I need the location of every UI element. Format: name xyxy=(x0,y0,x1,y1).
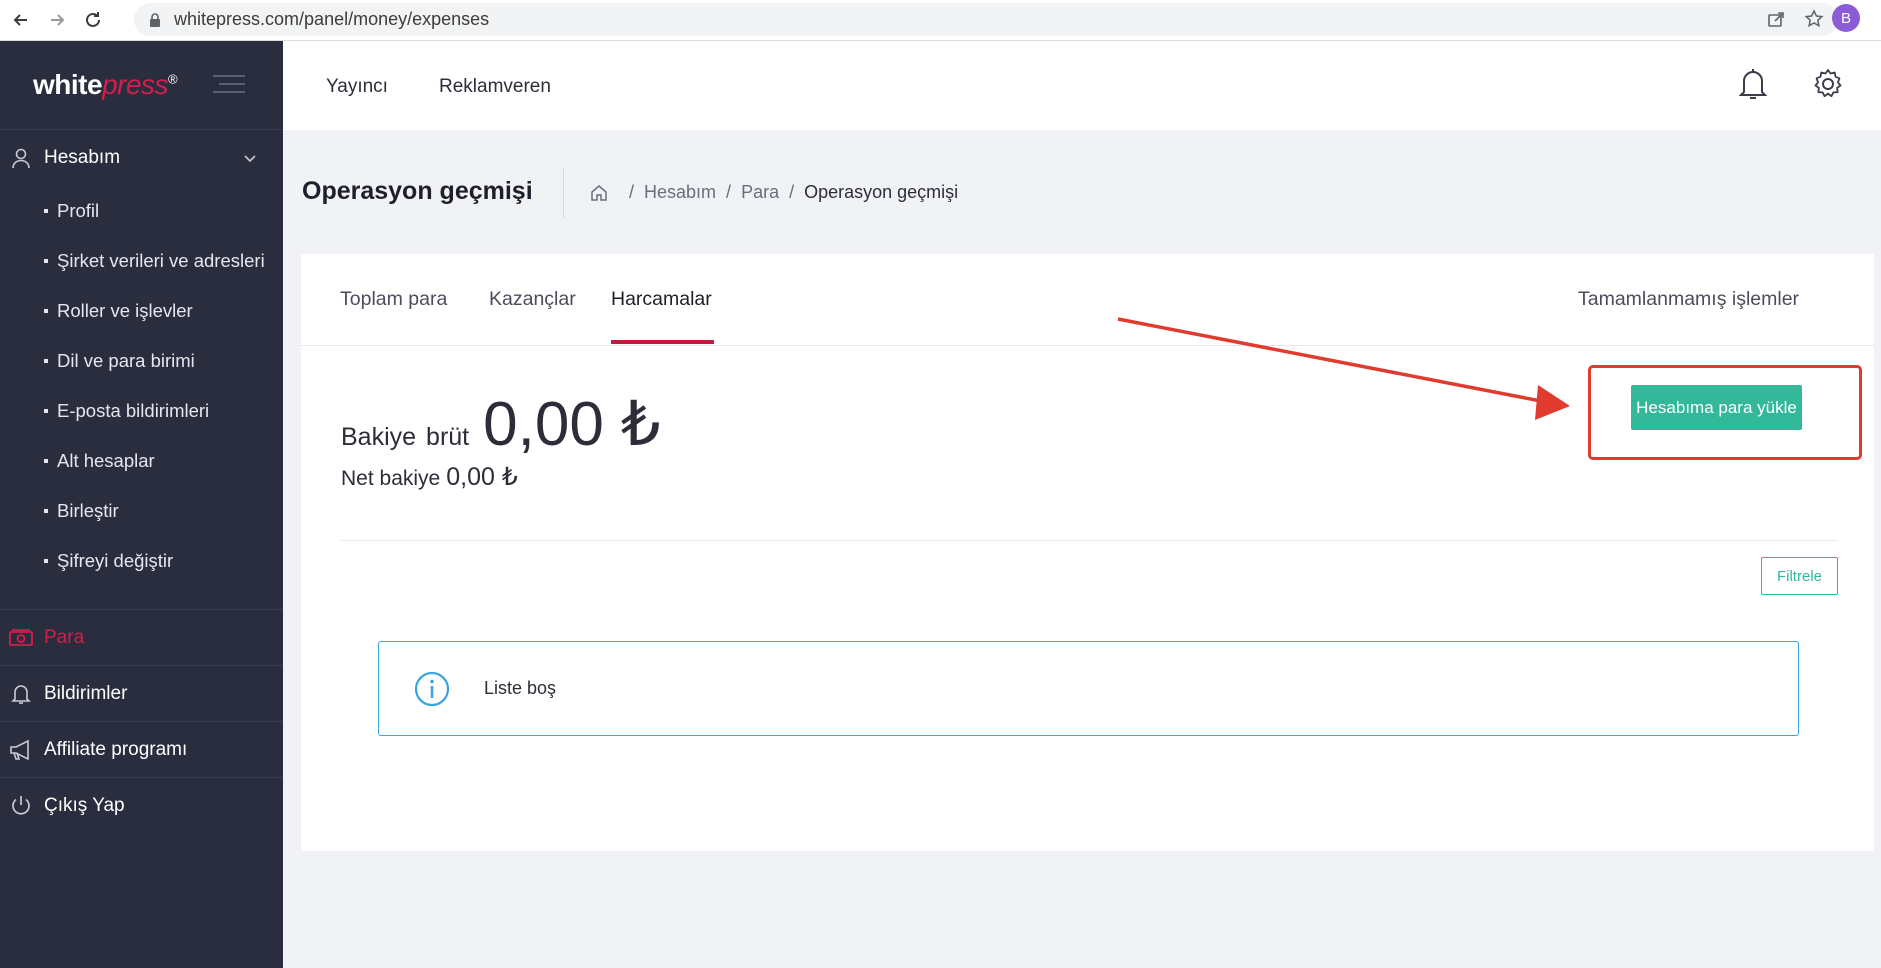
nav-advertiser[interactable]: Reklamveren xyxy=(439,76,551,98)
megaphone-icon xyxy=(10,739,29,760)
filter-button[interactable]: Filtrele xyxy=(1761,557,1838,595)
submenu-item-email-notifications[interactable]: E-posta bildirimleri xyxy=(0,386,283,436)
breadcrumb-current: Operasyon geçmişi xyxy=(804,182,959,202)
home-icon[interactable] xyxy=(589,183,609,203)
sidebar-item-money[interactable]: Para xyxy=(0,609,283,665)
sidebar-item-label: Hesabım xyxy=(44,147,121,168)
net-amount: 0,00 ₺ xyxy=(446,463,518,491)
sidebar-item-label: Çıkış Yap xyxy=(44,794,125,816)
tab-earnings[interactable]: Kazançlar xyxy=(489,288,576,311)
active-tab-indicator xyxy=(611,340,714,344)
lock-icon xyxy=(150,12,160,27)
sidebar-item-label: Affiliate programı xyxy=(44,738,188,760)
divider xyxy=(341,540,1837,541)
notifications-bell-icon[interactable] xyxy=(1738,67,1768,101)
account-submenu: Profil Şirket verileri ve adresleri Roll… xyxy=(0,186,283,586)
heading-divider xyxy=(563,168,564,218)
info-icon xyxy=(414,671,450,706)
bookmark-star-icon[interactable] xyxy=(1804,9,1824,29)
share-icon[interactable] xyxy=(1766,9,1786,29)
submenu-item-change-password[interactable]: Şifreyi değiştir xyxy=(0,536,283,586)
url-text: whitepress.com/panel/money/expenses xyxy=(174,9,490,29)
net-balance: Net bakiye 0,00 ₺ xyxy=(341,462,518,492)
settings-gear-icon[interactable] xyxy=(1811,67,1845,101)
breadcrumb-separator: / xyxy=(726,182,732,202)
address-bar[interactable]: whitepress.com/panel/money/expenses xyxy=(134,3,1838,36)
power-icon xyxy=(12,795,30,815)
gross-amount: 0,00 ₺ xyxy=(483,390,661,459)
submenu-item-merge[interactable]: Birleştir xyxy=(0,486,283,536)
submenu-item-profile[interactable]: Profil xyxy=(0,186,283,236)
top-navbar: Yayıncı Reklamveren xyxy=(283,41,1881,130)
gross-label: brüt xyxy=(426,423,470,451)
operations-card: Toplam para Kazançlar Harcamalar Tamamla… xyxy=(301,254,1874,851)
nav-publisher[interactable]: Yayıncı xyxy=(326,76,388,98)
submenu-item-roles[interactable]: Roller ve işlevler xyxy=(0,286,283,336)
net-balance-label: Net bakiye xyxy=(341,467,441,490)
sidebar-item-logout[interactable]: Çıkış Yap xyxy=(0,777,283,833)
forward-icon[interactable] xyxy=(42,5,72,35)
whitepress-logo[interactable]: whitepress® xyxy=(33,69,178,101)
empty-list-text: Liste boş xyxy=(484,678,557,698)
money-icon xyxy=(9,628,33,646)
reload-icon[interactable] xyxy=(78,5,108,35)
sidebar-item-account[interactable]: Hesabım xyxy=(0,130,283,186)
breadcrumb-account[interactable]: Hesabım xyxy=(644,182,716,203)
sidebar-item-notifications[interactable]: Bildirimler xyxy=(0,665,283,721)
sidebar-item-label: Bildirimler xyxy=(44,682,128,704)
page-title: Operasyon geçmişi xyxy=(302,177,533,205)
submenu-item-company-data[interactable]: Şirket verileri ve adresleri xyxy=(0,236,283,286)
submenu-item-language-currency[interactable]: Dil ve para birimi xyxy=(0,336,283,386)
topup-account-button[interactable]: Hesabıma para yükle xyxy=(1631,385,1802,430)
empty-list-alert: Liste boş xyxy=(378,641,1799,736)
tab-expenses[interactable]: Harcamalar xyxy=(611,288,712,311)
profile-avatar[interactable]: B xyxy=(1832,4,1860,32)
breadcrumb: / Hesabım / Para / Operasyon geçmişi xyxy=(589,182,958,203)
breadcrumb-separator: / xyxy=(789,182,795,202)
chevron-down-icon xyxy=(244,155,256,163)
bell-icon xyxy=(11,684,31,704)
sidebar-item-affiliate[interactable]: Affiliate programı xyxy=(0,721,283,777)
gross-balance: Bakiye brüt 0,00 ₺ xyxy=(341,387,660,460)
logo-area: whitepress® xyxy=(0,41,283,130)
tab-incomplete-transactions[interactable]: Tamamlanmamış işlemler xyxy=(1578,288,1799,311)
submenu-item-subaccounts[interactable]: Alt hesaplar xyxy=(0,436,283,486)
sidebar: whitepress® Hesabım Profil Şirket verile… xyxy=(0,41,283,968)
breadcrumb-separator: / xyxy=(629,182,635,202)
balance-label: Bakiye xyxy=(341,423,417,451)
breadcrumb-money[interactable]: Para xyxy=(741,182,779,203)
tab-total-money[interactable]: Toplam para xyxy=(340,288,447,311)
back-icon[interactable] xyxy=(6,5,36,35)
user-icon xyxy=(12,148,30,169)
tabs-bar: Toplam para Kazançlar Harcamalar Tamamla… xyxy=(301,254,1874,346)
browser-toolbar: whitepress.com/panel/money/expenses B xyxy=(0,0,1881,41)
sidebar-item-label: Para xyxy=(44,626,85,648)
hamburger-menu-icon[interactable] xyxy=(213,75,245,97)
